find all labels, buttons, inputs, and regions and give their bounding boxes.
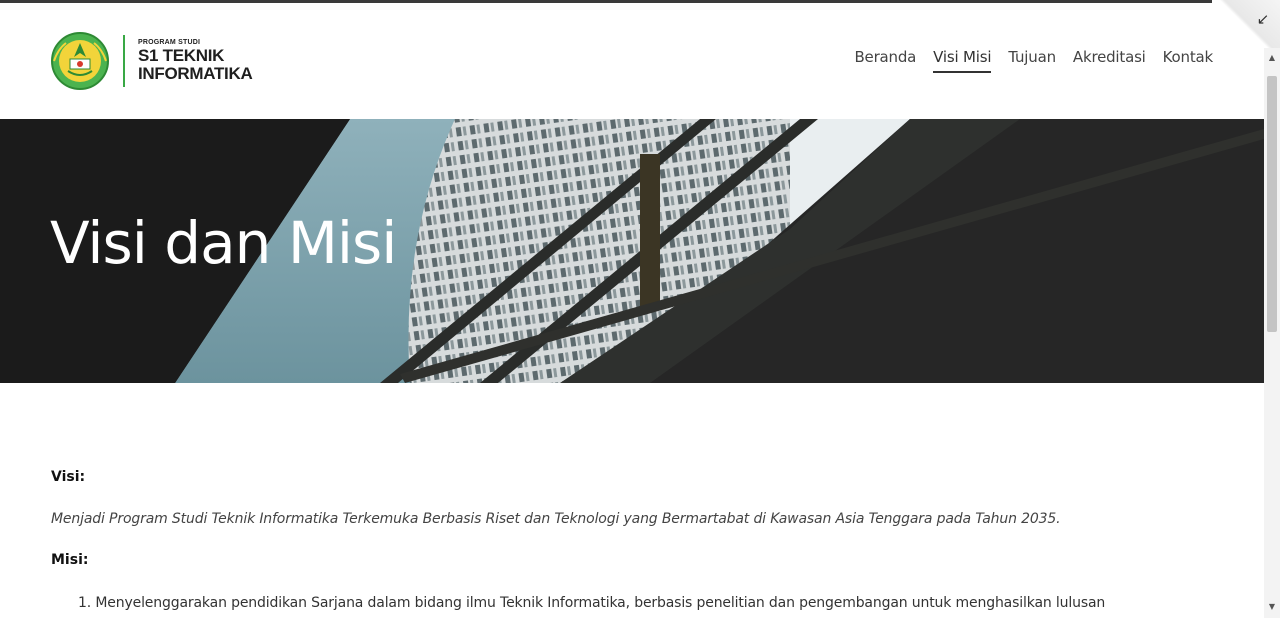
logo-divider bbox=[123, 35, 125, 87]
scrollbar-thumb[interactable] bbox=[1267, 76, 1277, 332]
visi-statement: Menjadi Program Studi Teknik Informatika… bbox=[51, 511, 1061, 527]
main-nav: Beranda Visi Misi Tujuan Akreditasi Kont… bbox=[854, 48, 1213, 73]
hero-banner: Visi dan Misi bbox=[0, 119, 1264, 383]
logo-title-line1: S1 TEKNIK bbox=[138, 46, 225, 65]
logo-text[interactable]: PROGRAM STUDI S1 TEKNIK INFORMATIKA bbox=[138, 38, 253, 83]
site-header: PROGRAM STUDI S1 TEKNIK INFORMATIKA Bera… bbox=[0, 3, 1264, 119]
page-title: Visi dan Misi bbox=[50, 209, 397, 277]
visi-heading: Visi: bbox=[51, 469, 86, 485]
nav-beranda[interactable]: Beranda bbox=[854, 48, 916, 73]
vertical-scrollbar[interactable]: ▲ ▼ bbox=[1264, 48, 1280, 618]
arrow-down-left-icon[interactable]: ↙ bbox=[1254, 10, 1272, 28]
list-item: 1. Menyelenggarakan pendidikan Sarjana d… bbox=[78, 595, 1106, 611]
misi-heading: Misi: bbox=[51, 552, 89, 568]
logo-title-line2: INFORMATIKA bbox=[138, 64, 253, 83]
scroll-up-arrow-icon[interactable]: ▲ bbox=[1266, 52, 1278, 64]
nav-akreditasi[interactable]: Akreditasi bbox=[1073, 48, 1146, 73]
university-emblem-icon[interactable] bbox=[50, 31, 110, 91]
web-page: PROGRAM STUDI S1 TEKNIK INFORMATIKA Bera… bbox=[0, 3, 1264, 618]
misi-list: 1. Menyelenggarakan pendidikan Sarjana d… bbox=[78, 595, 1105, 611]
scroll-down-arrow-icon[interactable]: ▼ bbox=[1266, 601, 1278, 613]
nav-visi-misi[interactable]: Visi Misi bbox=[933, 48, 992, 73]
nav-kontak[interactable]: Kontak bbox=[1163, 48, 1214, 73]
nav-tujuan[interactable]: Tujuan bbox=[1008, 48, 1056, 73]
